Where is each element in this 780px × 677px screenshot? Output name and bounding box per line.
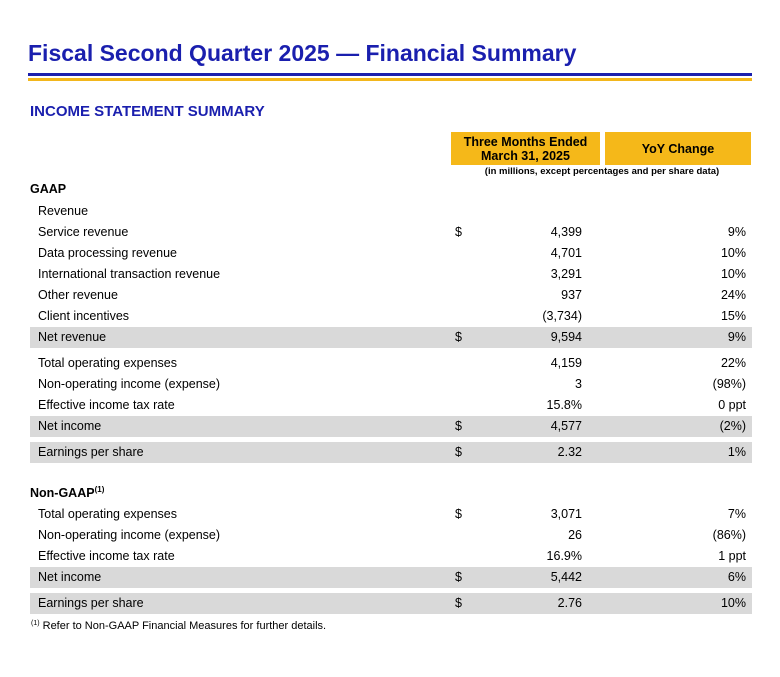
period-line-2: March 31, 2025 <box>481 148 570 163</box>
row-label: Earnings per share <box>38 445 144 459</box>
row-value: 16.9% <box>546 549 582 563</box>
row-value: 937 <box>561 288 582 302</box>
non-gaap-footnote-mark: (1) <box>94 485 105 494</box>
row-yoy-change: (2%) <box>719 419 746 433</box>
row-label: Non-operating income (expense) <box>38 377 221 391</box>
row-yoy-change: 0 ppt <box>718 398 746 412</box>
currency-symbol: $ <box>455 570 462 584</box>
non-gaap-heading: Non-GAAP(1) <box>30 485 104 500</box>
row-yoy-change: 10% <box>720 596 746 610</box>
table-row: Net revenue $9,594 9% <box>30 327 752 348</box>
row-value: 15.8% <box>546 398 582 412</box>
table-row: Non-operating income (expense) 26 (86%) <box>30 525 752 546</box>
row-value: 3 <box>575 377 582 391</box>
title-rule-blue <box>28 73 752 76</box>
row-value: 2.32 <box>557 445 582 459</box>
currency-symbol: $ <box>455 225 462 239</box>
row-yoy-change: 9% <box>727 225 746 239</box>
gaap-revenue-subheading: Revenue <box>30 201 752 222</box>
table-row: Net income $4,577 (2%) <box>30 416 752 437</box>
table-row: Earnings per share $2.76 10% <box>30 593 752 614</box>
table-row: Client incentives (3,734) 15% <box>30 306 752 327</box>
table-row: Effective income tax rate 16.9% 1 ppt <box>30 546 752 567</box>
row-yoy-change: 22% <box>720 356 746 370</box>
row-label: Effective income tax rate <box>38 549 175 563</box>
currency-symbol: $ <box>455 445 462 459</box>
footnote-text: Refer to Non-GAAP Financial Measures for… <box>39 620 327 632</box>
footnote: (1) Refer to Non-GAAP Financial Measures… <box>31 620 326 632</box>
row-label: Other revenue <box>38 288 118 302</box>
row-value: 5,442 <box>550 570 582 584</box>
row-yoy-change: (86%) <box>712 528 746 542</box>
currency-symbol: $ <box>455 596 462 610</box>
currency-symbol: $ <box>455 419 462 433</box>
page-title: Fiscal Second Quarter 2025 — Financial S… <box>28 40 577 66</box>
table-row: Service revenue $4,399 9% <box>30 222 752 243</box>
row-value: 4,701 <box>550 246 582 260</box>
row-label: Earnings per share <box>38 596 144 610</box>
row-label: Effective income tax rate <box>38 398 175 412</box>
currency-symbol: $ <box>455 330 462 344</box>
row-label: Non-operating income (expense) <box>38 528 221 542</box>
row-label: Service revenue <box>38 225 129 239</box>
gaap-heading: GAAP <box>30 182 67 196</box>
footnote-mark: (1) <box>31 620 40 627</box>
table-row: Other revenue 937 24% <box>30 285 752 306</box>
column-header-yoy: YoY Change <box>605 132 751 165</box>
row-value: 26 <box>568 528 582 542</box>
row-label: International transaction revenue <box>38 267 221 281</box>
row-value: 4,399 <box>550 225 582 239</box>
row-yoy-change: 1 ppt <box>718 549 746 563</box>
row-value: (3,734) <box>542 309 582 323</box>
row-yoy-change: 9% <box>727 330 746 344</box>
table-row: Effective income tax rate 15.8% 0 ppt <box>30 395 752 416</box>
table-row: Non-operating income (expense) 3 (98%) <box>30 374 752 395</box>
row-label: Total operating expenses <box>38 356 177 370</box>
row-yoy-change: 10% <box>720 246 746 260</box>
row-value: 9,594 <box>550 330 582 344</box>
row-label: Net income <box>38 570 102 584</box>
table-row: Total operating expenses $3,071 7% <box>30 504 752 525</box>
non-gaap-heading-text: Non-GAAP <box>30 486 95 500</box>
table-row: Net income $5,442 6% <box>30 567 752 588</box>
row-yoy-change: 1% <box>727 445 746 459</box>
row-label: Net income <box>38 419 102 433</box>
row-yoy-change: 10% <box>720 267 746 281</box>
row-value: 2.76 <box>557 596 582 610</box>
period-line-1: Three Months Ended <box>463 134 588 149</box>
table-row: Total operating expenses 4,159 22% <box>30 353 752 374</box>
row-yoy-change: (98%) <box>712 377 746 391</box>
row-value: 4,577 <box>550 419 582 433</box>
row-yoy-change: 15% <box>720 309 746 323</box>
section-title: INCOME STATEMENT SUMMARY <box>30 103 265 120</box>
row-label: Total operating expenses <box>38 507 177 521</box>
table-row: Earnings per share $2.32 1% <box>30 442 752 463</box>
row-value: 4,159 <box>550 356 582 370</box>
row-label: Net revenue <box>38 330 107 344</box>
row-label: Revenue <box>38 204 89 218</box>
currency-symbol: $ <box>455 507 462 521</box>
row-yoy-change: 24% <box>720 288 746 302</box>
row-label: Client incentives <box>38 309 130 323</box>
row-value: 3,071 <box>550 507 582 521</box>
row-value: 3,291 <box>550 267 582 281</box>
table-row: Data processing revenue 4,701 10% <box>30 243 752 264</box>
row-yoy-change: 6% <box>727 570 746 584</box>
column-header-period: Three Months Ended March 31, 2025 <box>451 132 600 165</box>
title-rule-gold <box>28 78 752 81</box>
row-yoy-change: 7% <box>727 507 746 521</box>
table-row: International transaction revenue 3,291 10… <box>30 264 752 285</box>
row-label: Data processing revenue <box>38 246 177 260</box>
units-note: (in millions, except percentages and per… <box>484 166 720 177</box>
